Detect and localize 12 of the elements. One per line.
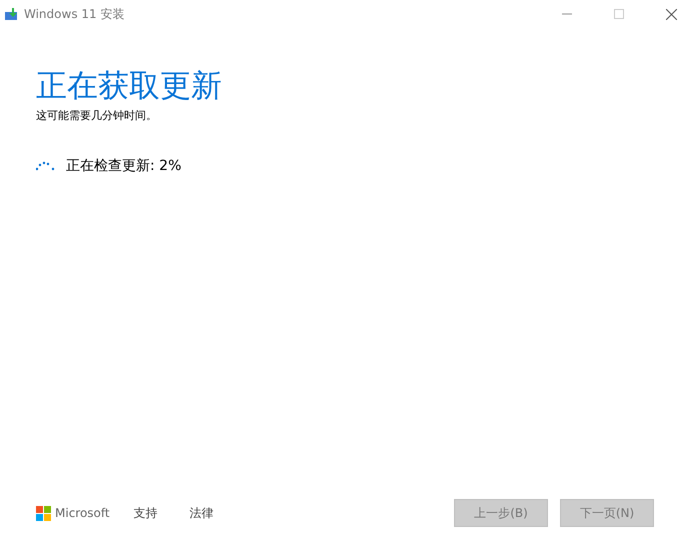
maximize-icon: [614, 9, 624, 19]
footer-link[interactable]: 法律: [190, 504, 214, 522]
page-heading: 正在获取更新: [36, 67, 223, 106]
progress-text: 正在检查更新: 2%: [66, 157, 182, 175]
microsoft-logo-icon: [36, 506, 51, 520]
subtitle: 这可能需要几分钟时间。: [36, 108, 158, 123]
footer-link[interactable]: 支持: [134, 504, 158, 522]
brand-name: Microsoft: [55, 506, 110, 520]
close-icon: [666, 8, 676, 20]
installer-icon: [4, 7, 18, 21]
window-title: Windows 11 安装: [24, 6, 126, 22]
spinner-icon: [36, 161, 56, 171]
